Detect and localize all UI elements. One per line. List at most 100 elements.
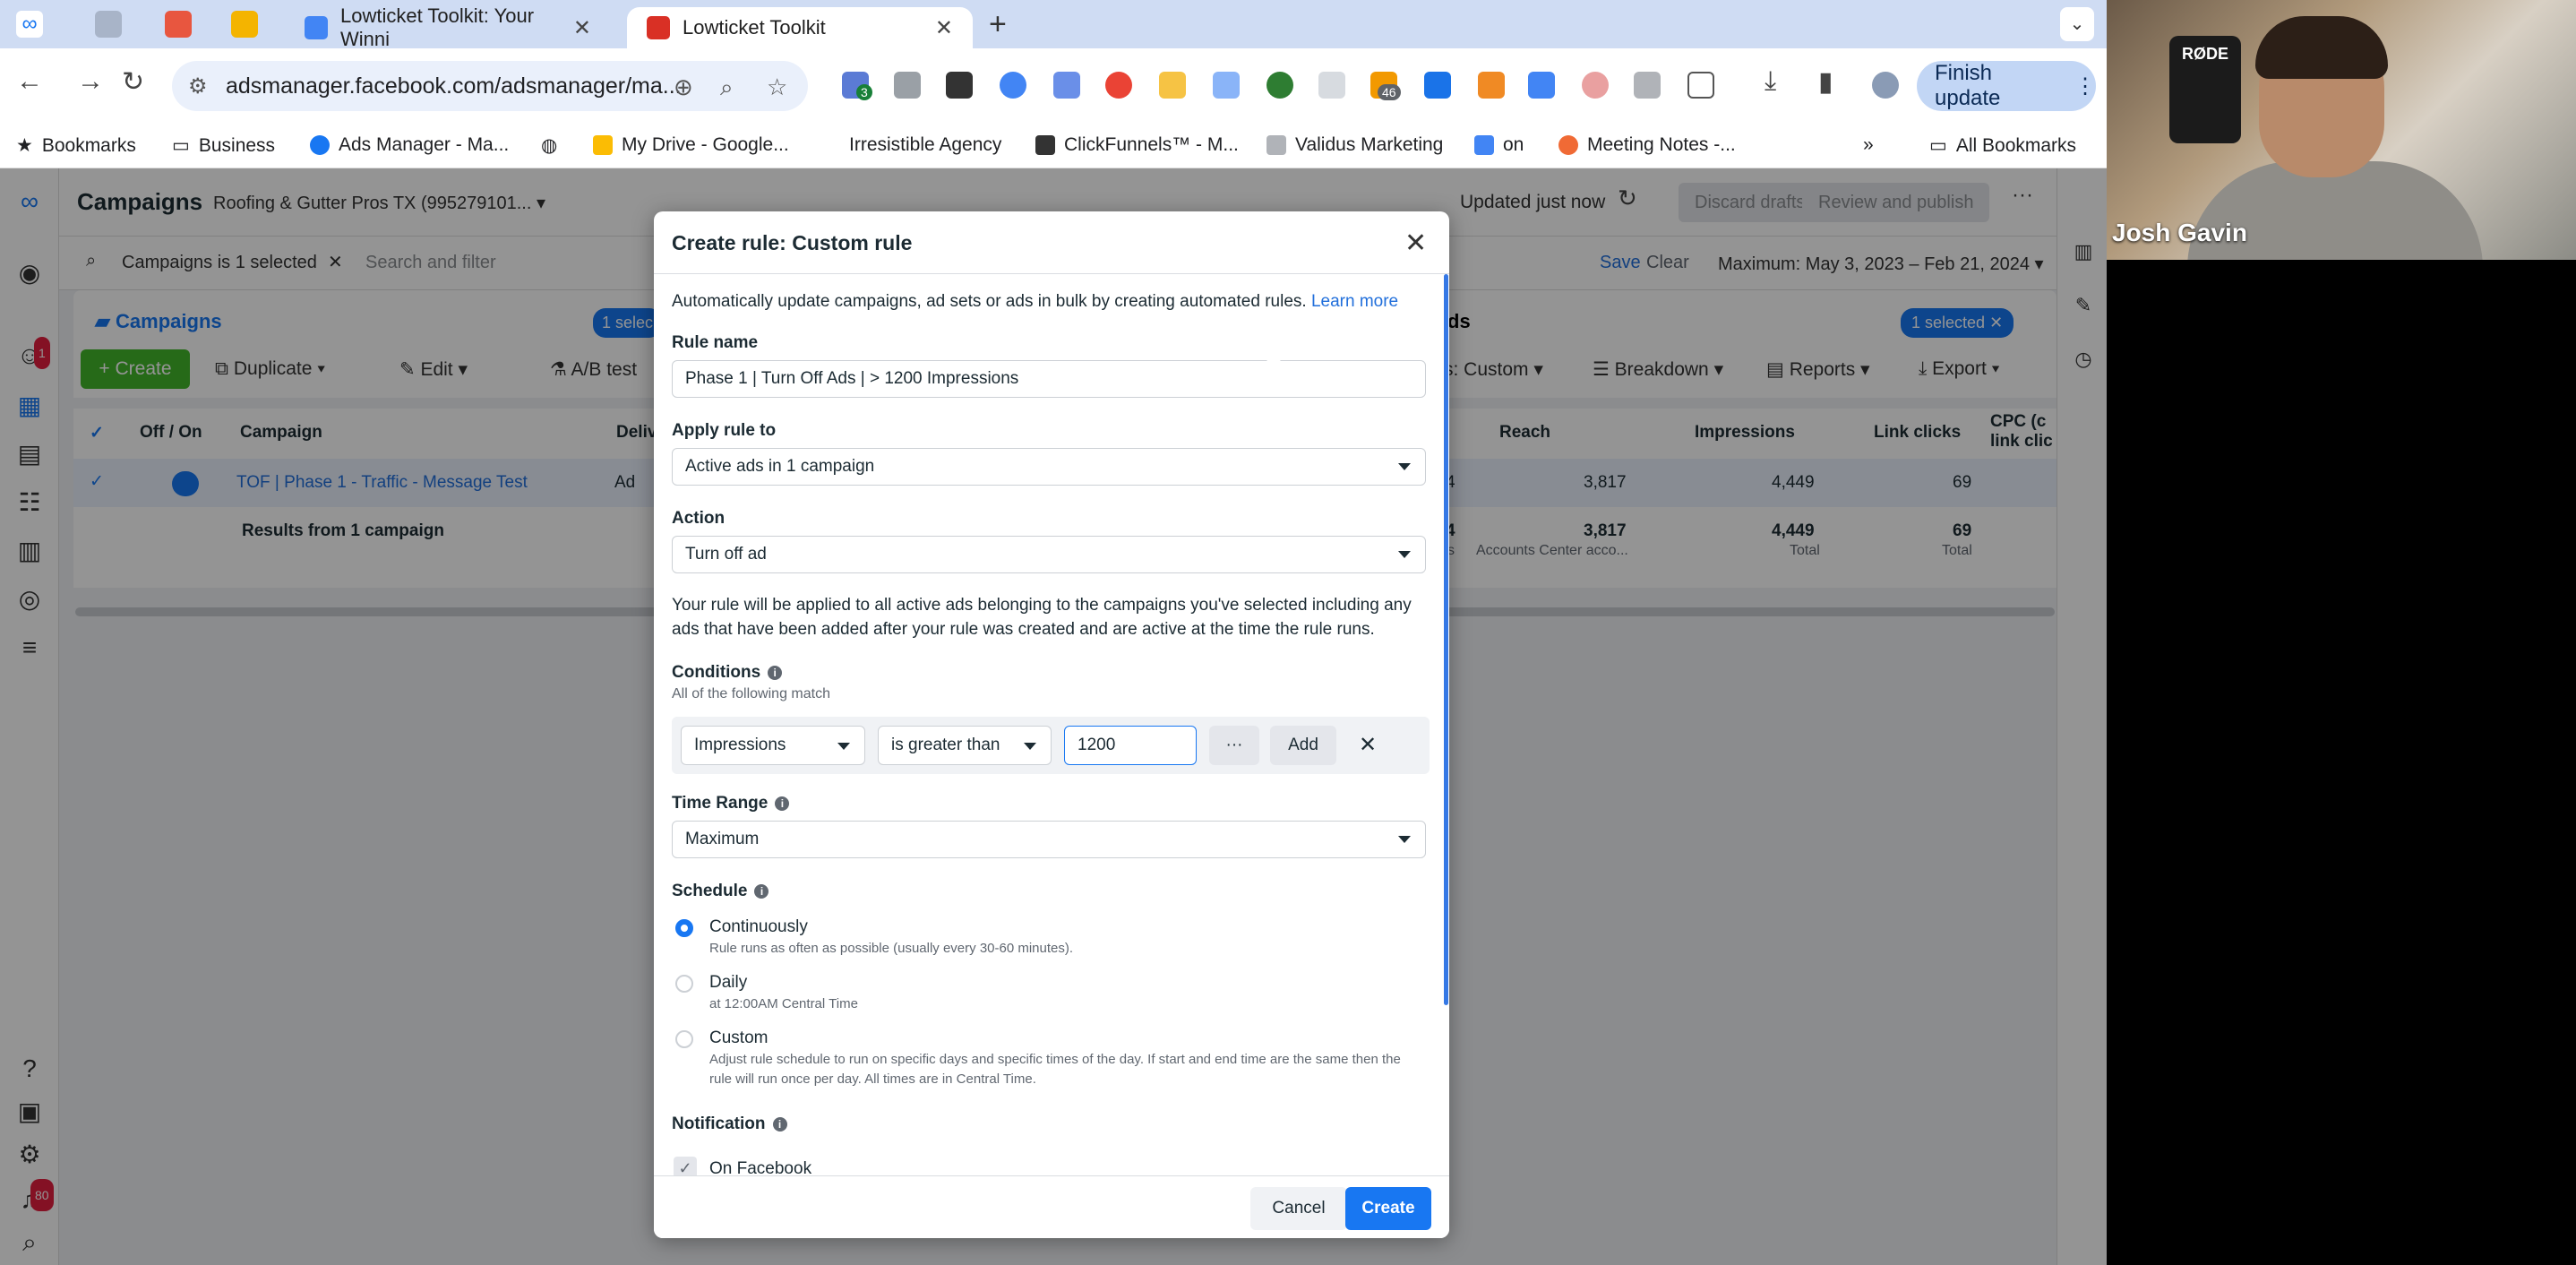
condition-more-button[interactable]: ··· bbox=[1209, 726, 1259, 765]
condition-value-input[interactable]: 1200 bbox=[1064, 726, 1197, 765]
schedule-option-label: Continuously bbox=[709, 917, 808, 936]
bookmark-validus-marketing[interactable]: Validus Marketing bbox=[1267, 134, 1443, 156]
rule-name-input[interactable]: Phase 1 | Turn Off Ads | > 1200 Impressi… bbox=[672, 360, 1426, 398]
close-tab-icon[interactable]: ✕ bbox=[573, 15, 591, 41]
new-tab-button[interactable]: + bbox=[989, 7, 1007, 42]
bookmark-on[interactable]: on bbox=[1474, 134, 1524, 156]
info-icon[interactable]: i bbox=[768, 666, 783, 680]
validus-icon bbox=[1267, 135, 1286, 155]
more-bookmarks-button[interactable]: » bbox=[1863, 134, 1874, 156]
tag-extension-icon[interactable] bbox=[1528, 72, 1555, 99]
bookmark-bookmarks[interactable]: ★ Bookmarks bbox=[16, 134, 136, 157]
schedule-label: Schedule i bbox=[672, 882, 769, 901]
reload-button[interactable]: ↻ bbox=[122, 66, 144, 98]
profile-avatar[interactable] bbox=[1872, 72, 1899, 99]
apply-rule-select[interactable]: Active ads in 1 campaign bbox=[672, 448, 1426, 486]
operator-value: is greater than bbox=[891, 736, 1000, 754]
extension-icon[interactable]: 46 bbox=[1370, 72, 1401, 100]
extension-icon[interactable]: 3 bbox=[842, 72, 872, 100]
bookmark-business[interactable]: ▭ Business bbox=[172, 134, 275, 157]
schedule-daily-radio[interactable] bbox=[675, 975, 693, 993]
bookmark-label: Irresistible Agency bbox=[849, 134, 1002, 155]
extension-icon[interactable] bbox=[1478, 72, 1505, 99]
extension-icon[interactable] bbox=[1267, 72, 1293, 99]
schedule-option-desc: Adjust rule schedule to run on specific … bbox=[709, 1052, 1401, 1087]
chevron-down-icon bbox=[1024, 743, 1036, 750]
install-icon[interactable]: ⊕ bbox=[674, 73, 693, 101]
pinned-tab-icon[interactable] bbox=[95, 11, 122, 38]
info-icon[interactable]: i bbox=[775, 796, 790, 811]
side-panel-icon[interactable]: ▮ bbox=[1818, 66, 1833, 98]
bookmark-clickfunnels[interactable]: ClickFunnels™ - M... bbox=[1035, 134, 1239, 156]
extension-badge: 46 bbox=[1378, 84, 1401, 100]
info-icon[interactable]: i bbox=[754, 884, 769, 899]
tab-title: Lowticket Toolkit bbox=[683, 16, 826, 39]
bookmark-ads-manager[interactable]: Ads Manager - Ma... bbox=[310, 134, 509, 156]
remove-condition-icon[interactable]: ✕ bbox=[1345, 726, 1390, 765]
extension-icon[interactable] bbox=[1582, 72, 1609, 99]
drive-pinned-tab-icon[interactable] bbox=[231, 11, 258, 38]
address-bar[interactable]: ⚙ adsmanager.facebook.com/adsmanager/ma.… bbox=[172, 61, 808, 111]
bookmark-meeting-notes[interactable]: Meeting Notes -... bbox=[1558, 134, 1736, 156]
extension-icon[interactable] bbox=[1634, 72, 1661, 99]
asana-icon bbox=[1558, 135, 1578, 155]
metric-value: Impressions bbox=[694, 736, 786, 754]
tab-lowticket-doc[interactable]: Lowticket Toolkit: Your Winni ✕ bbox=[285, 4, 611, 50]
back-button[interactable]: ← bbox=[16, 66, 43, 97]
vimeo-extension-icon[interactable] bbox=[1424, 72, 1451, 99]
condition-row: Impressions is greater than 1200 ··· Add… bbox=[672, 717, 1430, 774]
zoom-icon[interactable]: ⌕ bbox=[720, 73, 734, 102]
create-button[interactable]: Create bbox=[1345, 1187, 1431, 1230]
bookmark-label: Meeting Notes -... bbox=[1587, 134, 1736, 155]
extension-icon[interactable] bbox=[1318, 72, 1345, 99]
close-tab-icon[interactable]: ✕ bbox=[935, 15, 953, 41]
schedule-custom-radio[interactable] bbox=[675, 1030, 693, 1048]
more-vert-icon: ⋮ bbox=[2074, 73, 2096, 99]
info-icon[interactable]: i bbox=[772, 1117, 787, 1132]
bookmark-all-bookmarks[interactable]: ▭ All Bookmarks bbox=[1929, 134, 2076, 157]
grammarly-icon[interactable] bbox=[1105, 72, 1132, 99]
globe-bookmark[interactable]: ◍ bbox=[541, 134, 557, 157]
tab-lowticket-toolkit[interactable]: Lowticket Toolkit ✕ bbox=[627, 7, 973, 48]
condition-operator-select[interactable]: is greater than bbox=[878, 726, 1052, 765]
bookmark-irresistible-agency[interactable]: Irresistible Agency bbox=[849, 134, 1001, 156]
star-icon: ★ bbox=[16, 135, 33, 156]
rule-name-value: Phase 1 | Turn Off Ads | > 1200 Impressi… bbox=[685, 369, 1019, 388]
condition-add-button[interactable]: Add bbox=[1270, 726, 1336, 765]
finish-update-button[interactable]: Finish update ⋮ bbox=[1917, 61, 2096, 111]
bookmark-star-icon[interactable]: ☆ bbox=[767, 73, 787, 101]
chevron-down-icon bbox=[1398, 463, 1411, 470]
extension-icon[interactable] bbox=[1213, 72, 1240, 99]
schedule-continuously-radio[interactable] bbox=[675, 919, 693, 937]
time-range-label-text: Time Range bbox=[672, 794, 769, 813]
pinned-tab-icon[interactable] bbox=[165, 11, 192, 38]
action-select[interactable]: Turn off ad bbox=[672, 536, 1426, 573]
cancel-button[interactable]: Cancel bbox=[1250, 1187, 1347, 1230]
intro-copy: Automatically update campaigns, ad sets … bbox=[672, 292, 1307, 311]
notification-label-text: Notification bbox=[672, 1114, 766, 1133]
close-dialog-icon[interactable]: ✕ bbox=[1404, 228, 1427, 259]
bookmark-my-drive[interactable]: My Drive - Google... bbox=[593, 134, 789, 156]
download-icon[interactable]: ⤓ bbox=[1765, 66, 1776, 97]
dialog-title: Create rule: Custom rule bbox=[672, 231, 913, 254]
time-range-value: Maximum bbox=[685, 830, 760, 848]
extensions-puzzle-icon[interactable] bbox=[1687, 72, 1714, 99]
bookmarks-bar: ★ Bookmarks ▭ Business Ads Manager - Ma...… bbox=[0, 124, 2107, 168]
extension-icon[interactable] bbox=[1000, 72, 1026, 99]
bookmark-label: All Bookmarks bbox=[1955, 134, 2077, 156]
tab-search-button[interactable]: ⌄ bbox=[2060, 7, 2094, 41]
forward-button[interactable]: → bbox=[77, 66, 104, 97]
apply-note: Your rule will be applied to all active … bbox=[672, 596, 1412, 639]
r-extension-icon[interactable] bbox=[946, 72, 973, 99]
extension-icon[interactable] bbox=[1053, 72, 1080, 99]
camera-extension-icon[interactable] bbox=[894, 72, 921, 99]
extension-icon[interactable] bbox=[1159, 72, 1186, 99]
site-settings-icon[interactable]: ⚙ bbox=[188, 73, 208, 99]
time-range-select[interactable]: Maximum bbox=[672, 821, 1426, 858]
bookmark-label: ClickFunnels™ - M... bbox=[1064, 134, 1239, 155]
folder-icon: ▭ bbox=[172, 135, 190, 156]
condition-metric-select[interactable]: Impressions bbox=[681, 726, 865, 765]
learn-more-link[interactable]: Learn more bbox=[1311, 292, 1398, 311]
meta-pinned-tab-icon[interactable]: ∞ bbox=[16, 11, 43, 38]
browser-tab-bar: ∞ Lowticket Toolkit: Your Winni ✕ Lowtic… bbox=[0, 0, 2107, 50]
